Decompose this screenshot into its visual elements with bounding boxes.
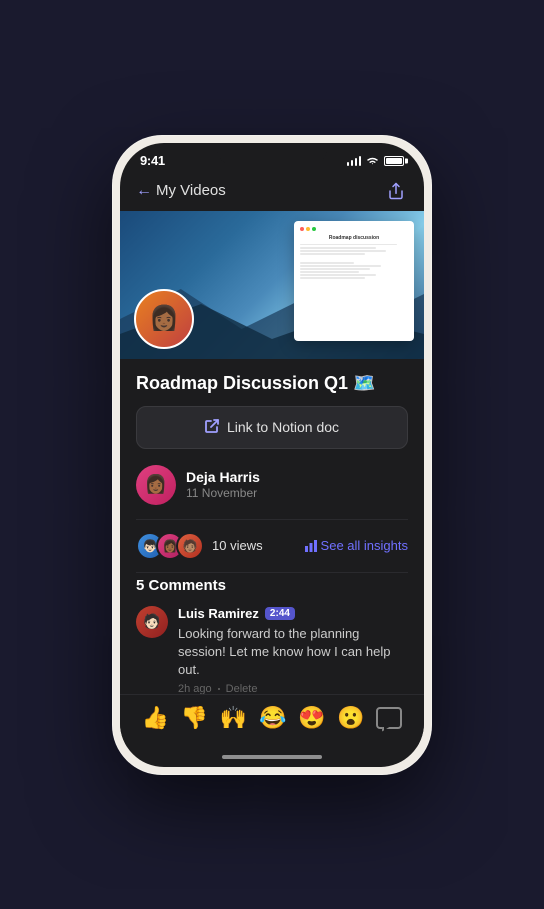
video-title: Roadmap Discussion Q1 🗺️ [136,373,408,394]
video-thumbnail: Roadmap discussion 👩🏾 [120,211,424,359]
back-button[interactable]: ← My Videos [136,182,226,200]
notion-doc-title: Roadmap discussion [300,235,408,241]
author-info: Deja Harris 11 November [186,469,260,500]
home-bar [222,755,322,759]
link-to-notion-button[interactable]: Link to Notion doc [136,406,408,449]
presenter-avatar-face: 👩🏾 [136,291,192,347]
notion-dot-green [312,227,316,231]
notion-doc-overlay: Roadmap discussion [294,221,414,341]
reaction-laugh[interactable]: 😂 [259,705,286,731]
delete-comment-button[interactable]: Delete [226,683,258,693]
comment-text: Looking forward to the planning session!… [178,625,408,680]
nav-bar: ← My Videos [120,175,424,211]
phone-frame: 9:41 ← My Videos [112,135,432,775]
status-time: 9:41 [140,153,165,168]
notion-line [300,277,365,279]
reaction-surprised[interactable]: 😮 [337,705,364,731]
comment-avatar-emoji: 🧑🏻 [143,613,160,630]
link-button-label: Link to Notion doc [227,419,339,435]
comment-time-badge: 2:44 [265,607,295,620]
notion-line [300,250,386,252]
back-arrow-icon: ← [136,182,152,200]
insights-chart-icon [305,540,317,552]
author-row: 👩🏾 Deja Harris 11 November [136,465,408,519]
comment-item: 🧑🏻 Luis Ramirez 2:44 Looking forward to … [136,606,408,694]
wifi-icon [366,156,379,166]
scroll-content: Roadmap discussion 👩🏾 [120,211,424,694]
notion-dot-yellow [306,227,310,231]
see-all-insights-button[interactable]: See all insights [305,538,408,553]
comments-section: 5 Comments 🧑🏻 Luis Ramirez 2:44 Looking … [120,573,424,694]
views-count: 10 views [212,538,263,553]
author-avatar: 👩🏾 [136,465,176,505]
home-indicator [120,747,424,767]
battery-icon [384,156,404,166]
external-link-icon [205,419,219,436]
reaction-raised-hands[interactable]: 🙌 [220,705,247,731]
comment-age: 2h ago [178,683,212,693]
reaction-heart-eyes[interactable]: 😍 [298,705,325,731]
status-icons [347,156,405,166]
author-avatar-emoji: 👩🏾 [145,474,167,495]
phone-screen: 9:41 ← My Videos [120,143,424,767]
views-row: 👦🏻 👩🏾 🧑🏽 10 views See all insights [120,520,424,572]
viewer-avatars: 👦🏻 👩🏾 🧑🏽 [136,532,204,560]
notion-dot-red [300,227,304,231]
signal-icon [347,156,362,166]
comment-meta: 2h ago Delete [178,683,408,693]
notion-line [300,253,365,255]
content-section: Roadmap Discussion Q1 🗺️ Link to Notion … [120,359,424,519]
reaction-chat-button[interactable] [376,707,402,729]
comment-body: Luis Ramirez 2:44 Looking forward to the… [178,606,408,694]
comments-header: 5 Comments [136,577,408,594]
reaction-thumbs-up[interactable]: 👍 [142,705,169,731]
comment-avatar: 🧑🏻 [136,606,168,638]
reaction-thumbs-down[interactable]: 👎 [181,705,208,731]
reaction-bar: 👍 👎 🙌 😂 😍 😮 [120,694,424,747]
notion-line [300,268,370,270]
insights-label: See all insights [321,538,408,553]
views-left: 👦🏻 👩🏾 🧑🏽 10 views [136,532,263,560]
notion-line [300,247,376,249]
notion-line [300,271,359,273]
comment-meta-separator [218,688,220,690]
nav-title: My Videos [156,182,226,199]
share-icon [387,182,405,200]
notch [217,143,327,165]
share-button[interactable] [384,179,408,203]
presenter-avatar: 👩🏾 [134,289,194,349]
comment-header-row: Luis Ramirez 2:44 [178,606,408,621]
notion-line [300,244,397,246]
author-name: Deja Harris [186,469,260,485]
notion-line [300,274,376,276]
author-date: 11 November [186,486,260,500]
comment-author: Luis Ramirez [178,606,259,621]
notion-title-bar [300,227,408,231]
notion-line [300,265,381,267]
viewer-avatar-3: 🧑🏽 [176,532,204,560]
notion-line [300,262,354,264]
